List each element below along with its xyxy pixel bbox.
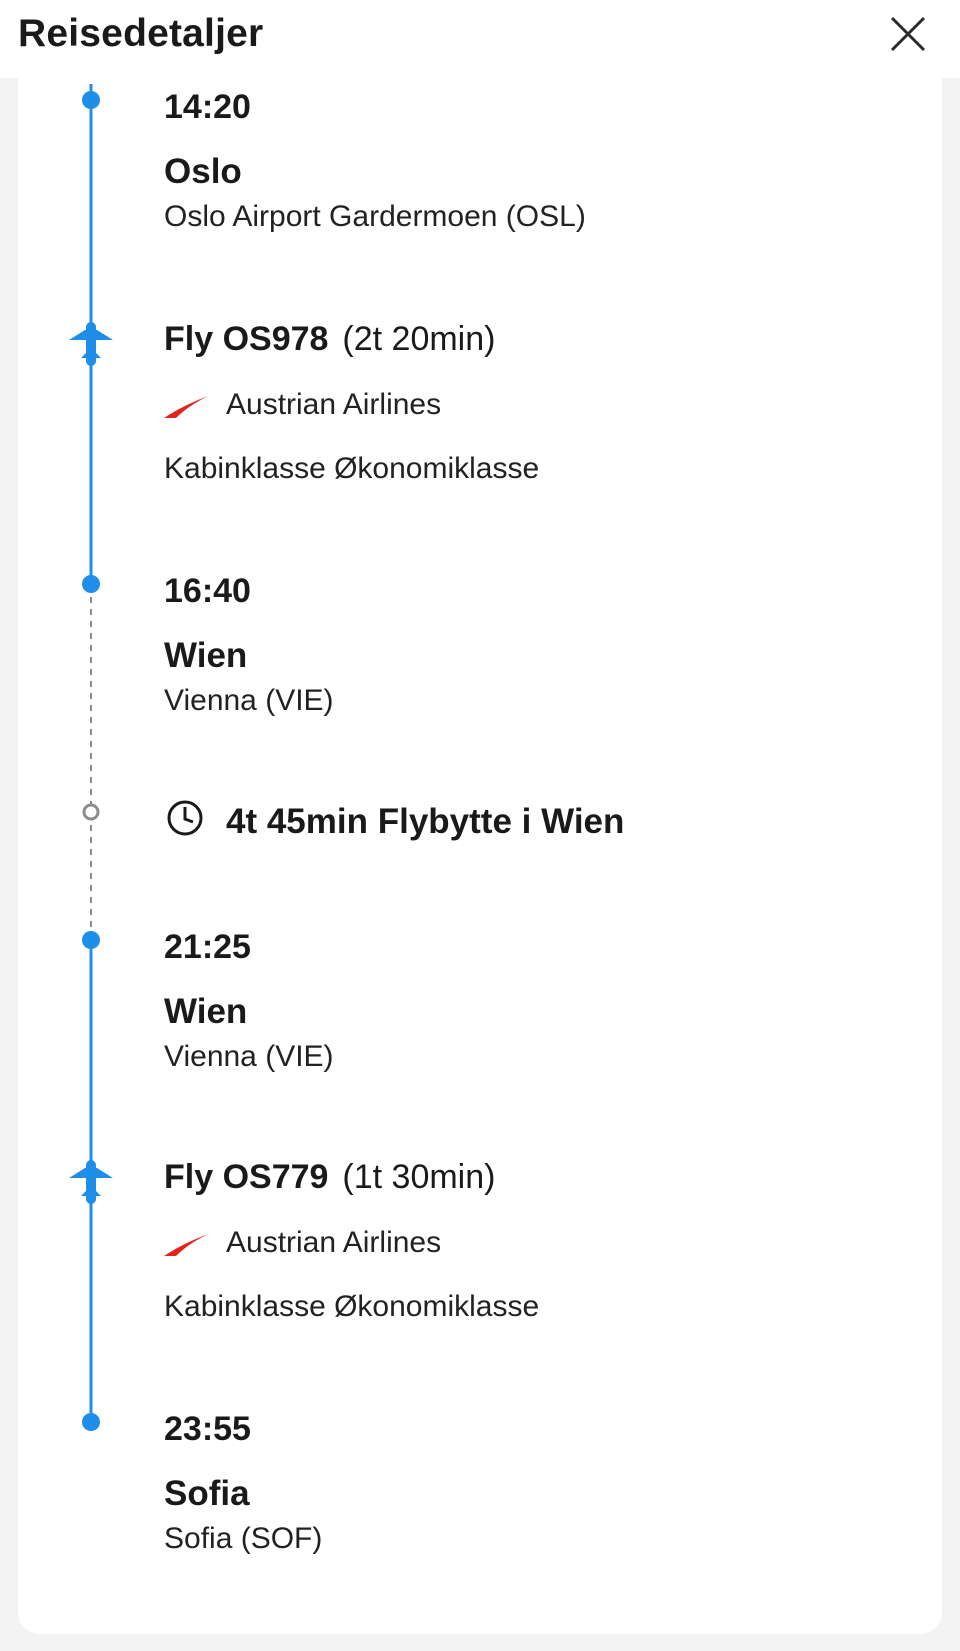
flight-number: Fly OS978 — [164, 320, 329, 358]
page-title: Reisedetaljer — [18, 12, 264, 55]
header: Reisedetaljer — [0, 0, 960, 78]
arrival-city: Sofia — [164, 1474, 250, 1513]
flight-title: Fly OS779 (1t 30min) — [164, 1158, 495, 1197]
cabin-class: Kabinklasse Økonomiklasse — [164, 452, 540, 485]
arrival-city: Wien — [164, 636, 248, 675]
flight-title: Fly OS978 (2t 20min) — [164, 320, 495, 359]
departure-city: Wien — [164, 992, 248, 1031]
cabin-class: Kabinklasse Økonomiklasse — [164, 1290, 540, 1323]
airline-name: Austrian Airlines — [226, 388, 442, 421]
airline-logo-icon — [162, 394, 210, 425]
departure-airport: Vienna (VIE) — [164, 1040, 334, 1073]
flight-number: Fly OS779 — [164, 1158, 329, 1196]
arrival-airport: Vienna (VIE) — [164, 684, 334, 717]
arrival-time: 23:55 — [164, 1410, 251, 1448]
close-icon — [890, 16, 926, 52]
airline-name: Austrian Airlines — [226, 1226, 442, 1259]
arrival-time: 16:40 — [164, 572, 251, 610]
departure-airport: Oslo Airport Gardermoen (OSL) — [164, 200, 586, 233]
flight-duration: (1t 30min) — [342, 1158, 496, 1196]
flight-duration: (2t 20min) — [342, 320, 496, 358]
clock-icon — [166, 799, 204, 842]
airline-logo-icon — [162, 1232, 210, 1263]
layover-text: 4t 45min Flybytte i Wien — [226, 802, 625, 841]
itinerary-card — [18, 78, 942, 1634]
arrival-airport: Sofia (SOF) — [164, 1522, 323, 1555]
departure-city: Oslo — [164, 152, 242, 191]
departure-time: 21:25 — [164, 928, 251, 966]
departure-time: 14:20 — [164, 88, 251, 126]
close-button[interactable] — [888, 14, 928, 54]
